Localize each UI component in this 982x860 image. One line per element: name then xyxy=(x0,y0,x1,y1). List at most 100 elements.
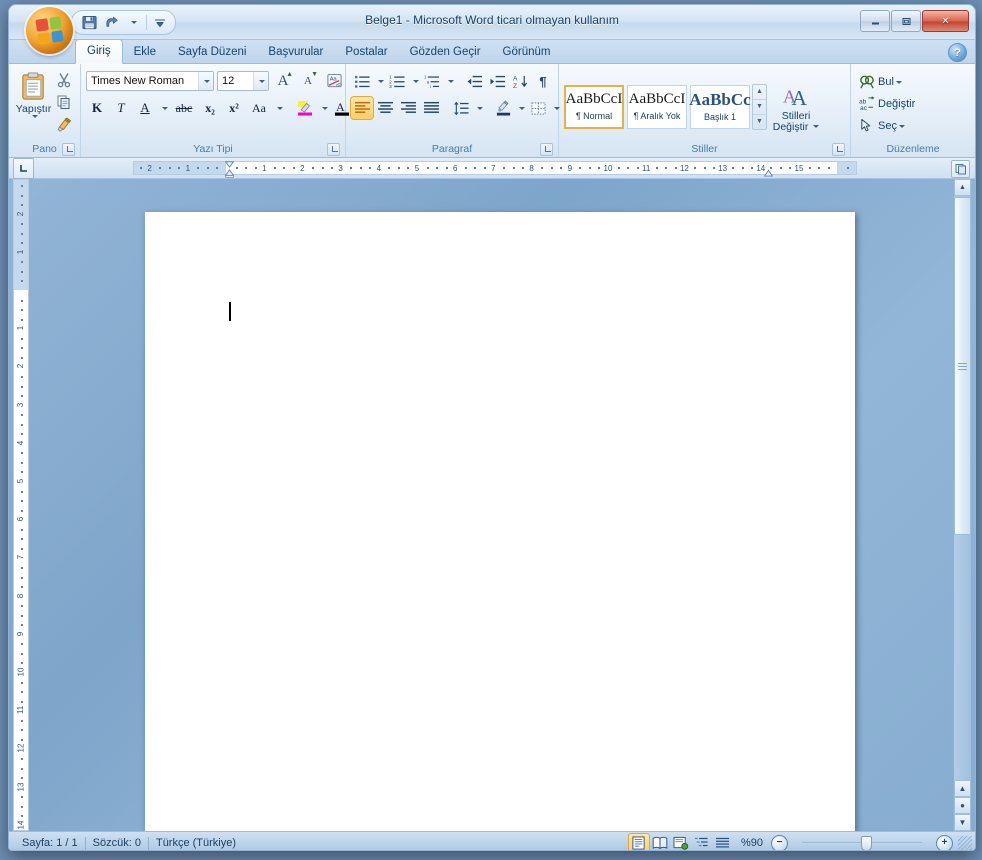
first-line-indent-marker[interactable] xyxy=(225,160,234,168)
language-indicator[interactable]: Türkçe (Türkiye) xyxy=(149,834,243,850)
zoom-slider[interactable] xyxy=(788,835,936,850)
change-case-button[interactable]: Aa xyxy=(247,97,271,119)
office-button[interactable] xyxy=(26,7,73,54)
numbering-dropdown[interactable] xyxy=(409,70,420,92)
tab-giris[interactable]: Giriş xyxy=(75,39,123,64)
scroll-up-button[interactable]: ▲ xyxy=(954,179,971,196)
copy-button[interactable] xyxy=(53,91,75,113)
paragraph-dialog-launcher[interactable] xyxy=(540,143,553,156)
vertical-scrollbar[interactable]: ▲ ▲ ● ▼ xyxy=(953,179,971,831)
tab-gozden-gecir[interactable]: Gözden Geçir xyxy=(399,41,492,63)
decrease-indent-button[interactable] xyxy=(463,70,485,92)
page-indicator[interactable]: Sayfa: 1 / 1 xyxy=(15,834,85,850)
align-left-button[interactable] xyxy=(350,96,374,120)
hanging-indent-marker[interactable] xyxy=(225,169,234,178)
close-button[interactable]: ✕ xyxy=(922,10,969,32)
multilevel-dropdown[interactable] xyxy=(444,70,455,92)
zoom-slider-handle[interactable] xyxy=(861,835,872,850)
zoom-in-button[interactable]: + xyxy=(936,834,953,850)
numbering-button[interactable]: 1 2 3 xyxy=(386,70,408,92)
line-spacing-button[interactable] xyxy=(450,97,472,119)
style-no-spacing[interactable]: AaBbCcI ¶ Aralık Yok xyxy=(627,84,687,129)
justify-button[interactable] xyxy=(420,97,442,119)
change-case-dropdown[interactable] xyxy=(273,97,284,119)
maximize-button[interactable] xyxy=(891,10,921,32)
styles-dialog-launcher[interactable] xyxy=(832,143,845,156)
help-icon[interactable]: ? xyxy=(948,43,967,62)
line-spacing-dropdown[interactable] xyxy=(473,97,484,119)
increase-indent-button[interactable] xyxy=(486,70,508,92)
word-count-indicator[interactable]: Sözcük: 0 xyxy=(86,834,148,850)
select-browse-object-button[interactable]: ● xyxy=(954,797,971,814)
font-name-combo[interactable]: Times New Roman xyxy=(86,71,214,91)
highlight-dropdown[interactable] xyxy=(318,97,329,119)
tab-ekle[interactable]: Ekle xyxy=(123,41,167,63)
undo-dropdown-arrow[interactable] xyxy=(122,13,144,32)
browse-previous-button[interactable]: ▲ xyxy=(954,780,971,797)
chevron-down-icon[interactable] xyxy=(198,72,213,90)
view-draft-button[interactable] xyxy=(713,834,733,850)
bold-button[interactable]: K xyxy=(86,97,108,119)
grow-font-button[interactable]: A ▲ xyxy=(272,70,294,92)
gallery-scroll-up-icon[interactable]: ▲ xyxy=(753,85,766,100)
superscript-button[interactable]: x² xyxy=(223,97,245,119)
save-button[interactable] xyxy=(78,13,100,32)
zoom-level-label[interactable]: %90 xyxy=(741,837,763,849)
paste-button[interactable]: Yapıştır xyxy=(14,67,53,118)
view-ruler-toggle-icon[interactable] xyxy=(951,160,970,178)
style-normal[interactable]: AaBbCcI ¶ Normal xyxy=(564,84,624,129)
format-painter-button[interactable] xyxy=(53,113,75,135)
italic-button[interactable]: T xyxy=(110,97,132,119)
minimize-button[interactable] xyxy=(860,10,890,32)
find-button[interactable]: Bul xyxy=(856,71,905,93)
borders-button[interactable] xyxy=(527,97,549,119)
bullets-button[interactable] xyxy=(351,70,373,92)
browse-next-button[interactable]: ▼ xyxy=(954,814,971,831)
font-dialog-launcher[interactable] xyxy=(327,143,340,156)
multilevel-list-button[interactable]: 1 a i xyxy=(421,70,443,92)
clipboard-dialog-launcher[interactable] xyxy=(62,143,75,156)
tab-stop-selector[interactable] xyxy=(13,157,34,179)
bullets-dropdown[interactable] xyxy=(374,70,385,92)
resize-grip-icon[interactable] xyxy=(958,836,972,850)
chevron-down-icon[interactable] xyxy=(253,72,268,90)
horizontal-ruler[interactable]: 2 1 1 2 3 4 5 6 7 8 9 10 11 12 13 14 15 xyxy=(133,161,857,175)
highlight-color-button[interactable] xyxy=(294,97,316,119)
align-center-button[interactable] xyxy=(374,97,396,119)
scrollbar-thumb[interactable] xyxy=(954,197,971,535)
gallery-scroll-down-icon[interactable]: ▼ xyxy=(753,100,766,115)
shrink-font-button[interactable]: A ▼ xyxy=(297,70,319,92)
document-page[interactable] xyxy=(145,212,855,832)
underline-dropdown[interactable] xyxy=(158,97,169,119)
shading-button[interactable] xyxy=(492,97,514,119)
style-heading1[interactable]: AaBbCс Başlık 1 xyxy=(689,84,751,129)
tab-basvurular[interactable]: Başvurular xyxy=(257,41,334,63)
vertical-ruler[interactable]: 2 1 1 2 3 4 5 6 7 8 9 10 11 12 13 14 xyxy=(13,179,29,831)
tab-gorunum[interactable]: Görünüm xyxy=(492,41,562,63)
view-full-screen-reading-button[interactable] xyxy=(650,834,670,850)
cut-button[interactable] xyxy=(53,69,75,91)
right-indent-marker[interactable] xyxy=(764,169,773,177)
view-web-layout-button[interactable] xyxy=(671,834,691,850)
align-right-button[interactable] xyxy=(397,97,419,119)
replace-button[interactable]: ab ac Değiştir xyxy=(856,93,918,115)
strikethrough-button[interactable]: abc xyxy=(171,97,197,119)
tab-sayfa-duzeni[interactable]: Sayfa Düzeni xyxy=(167,41,257,63)
gallery-more-icon[interactable]: ▼ xyxy=(753,115,766,129)
tab-postalar[interactable]: Postalar xyxy=(334,41,398,63)
zoom-out-button[interactable]: − xyxy=(771,834,788,850)
font-size-combo[interactable]: 12 xyxy=(217,71,269,91)
subscript-button[interactable]: x₂ xyxy=(199,97,221,119)
show-formatting-marks-button[interactable]: ¶ xyxy=(532,70,554,92)
select-button[interactable]: Seç xyxy=(856,115,908,137)
clear-formatting-button[interactable]: Aa xyxy=(322,70,346,92)
change-styles-button[interactable]: A A Stilleri Değiştir xyxy=(771,81,821,133)
view-outline-button[interactable] xyxy=(692,834,712,850)
view-print-layout-button[interactable] xyxy=(627,833,650,850)
styles-gallery-scroll[interactable]: ▲ ▼ ▼ xyxy=(752,83,767,130)
sort-button[interactable]: A Z xyxy=(509,70,531,92)
undo-button[interactable] xyxy=(100,13,122,32)
customize-qat-button[interactable] xyxy=(149,13,171,32)
shading-dropdown[interactable] xyxy=(515,97,526,119)
underline-button[interactable]: A xyxy=(134,97,156,119)
